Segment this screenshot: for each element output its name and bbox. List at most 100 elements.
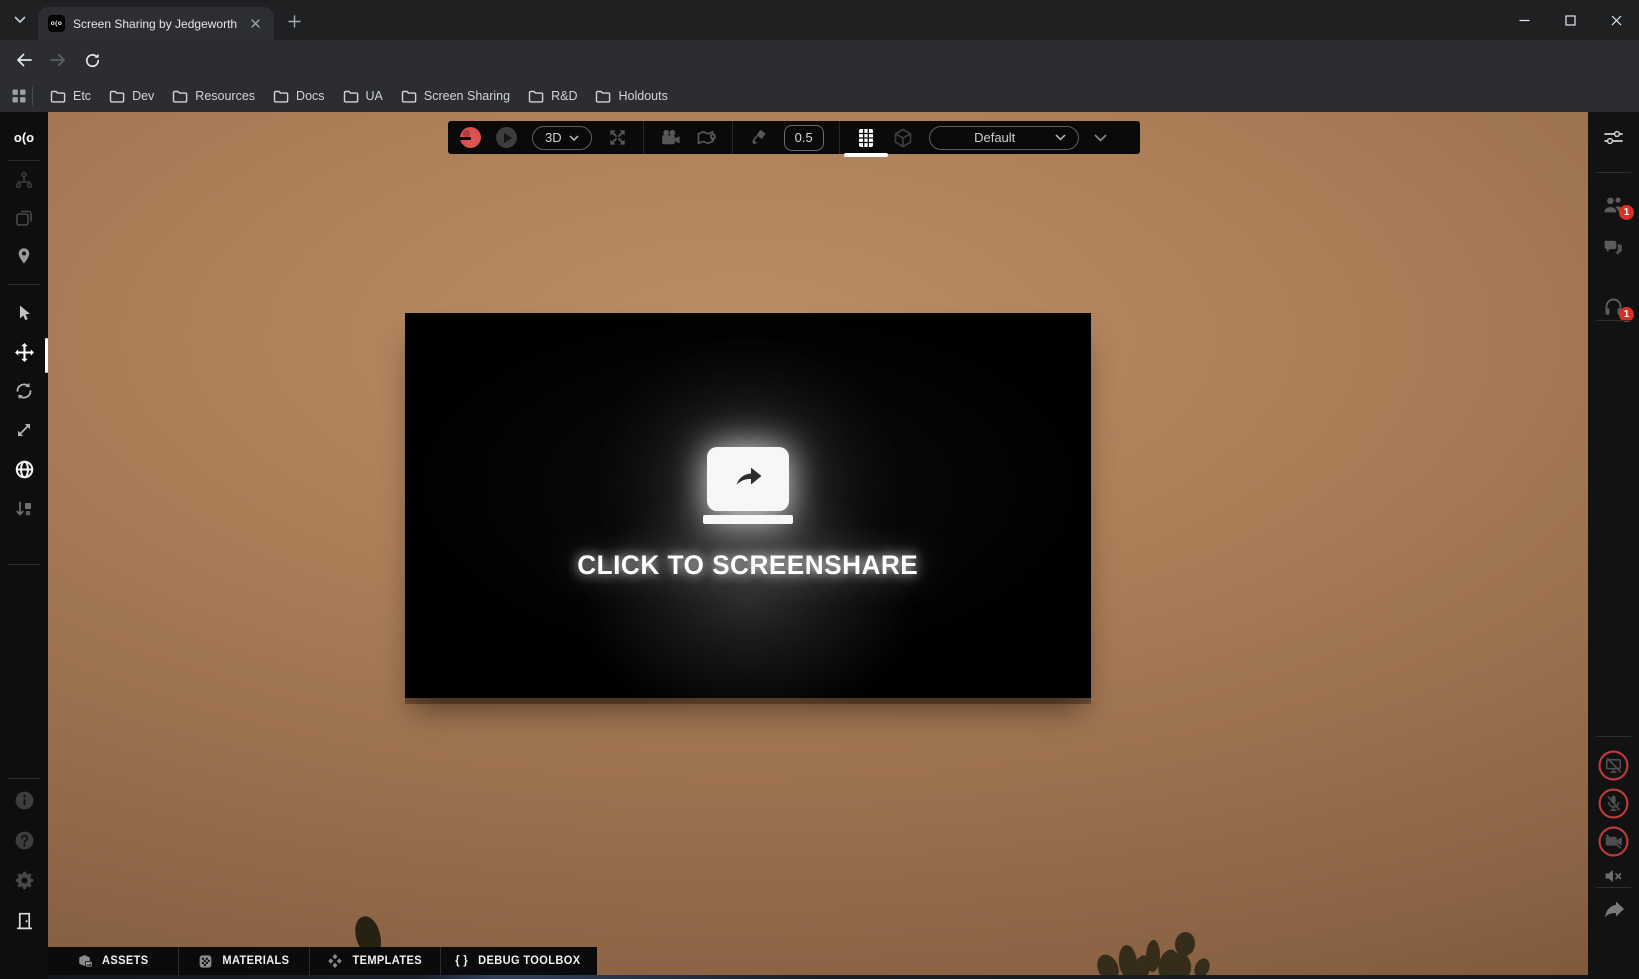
bookmark-folder-screen-sharing[interactable]: Screen Sharing — [392, 85, 519, 108]
browser-titlebar: o(o Screen Sharing by Jedgeworth — [0, 0, 1639, 40]
taskbar-sliver — [48, 975, 1588, 979]
tab-assets[interactable]: ASSETS — [48, 947, 178, 975]
app-logo-red-icon[interactable] — [460, 127, 481, 148]
cube-icon[interactable] — [892, 127, 914, 149]
folder-icon — [595, 89, 611, 104]
folder-icon — [50, 89, 66, 104]
active-tool-underline — [844, 153, 888, 157]
oko-favicon: o(o — [48, 15, 65, 32]
chat-button[interactable] — [1588, 236, 1639, 257]
participants-button[interactable]: 1 — [1588, 194, 1639, 215]
scene-hierarchy-icon[interactable] — [0, 170, 48, 190]
tab-label: MATERIALS — [222, 955, 289, 967]
reload-button[interactable] — [81, 49, 103, 71]
screenshare-laptop-icon — [703, 447, 793, 524]
pages-layers-icon[interactable] — [0, 208, 48, 228]
screenshare-cta-label: CLICK TO SCREENSHARE — [577, 550, 918, 581]
back-button[interactable] — [13, 49, 35, 71]
minimize-button[interactable] — [1501, 0, 1547, 40]
forward-button[interactable] — [47, 49, 69, 71]
edit-toolbar: 3D 0.5 — [448, 121, 1140, 154]
bookmark-folder-rd[interactable]: R&D — [519, 85, 586, 108]
select-cursor-tool[interactable] — [0, 303, 48, 323]
globe-world-tool[interactable] — [0, 459, 48, 480]
bookmark-folder-ua[interactable]: UA — [334, 85, 392, 108]
tab-debug-toolbox[interactable]: { } DEBUG TOOLBOX — [441, 947, 597, 975]
cactus-silhouette — [1090, 928, 1220, 975]
rotate-tool[interactable] — [0, 381, 48, 401]
screenshare-screen[interactable]: CLICK TO SCREENSHARE — [405, 313, 1091, 698]
right-panel-rail: 1 1 — [1588, 112, 1639, 979]
tab-materials[interactable]: MATERIALS — [179, 947, 309, 975]
screenshare-off-button[interactable] — [1588, 749, 1639, 782]
tab-templates[interactable]: TEMPLATES — [310, 947, 440, 975]
bookmark-folder-holdouts[interactable]: Holdouts — [586, 85, 676, 108]
participants-badge: 1 — [1619, 205, 1634, 220]
microphone-off-button[interactable] — [1588, 787, 1639, 820]
voice-button[interactable]: 1 — [1588, 295, 1639, 317]
grid-icon — [855, 127, 877, 149]
toolbar-divider — [732, 121, 733, 154]
location-pin-icon[interactable] — [0, 246, 48, 266]
camera-off-button[interactable] — [1588, 825, 1639, 858]
bookmark-label: Screen Sharing — [424, 89, 510, 103]
left-tool-rail: o(o — [0, 112, 48, 979]
bookmark-label: Docs — [296, 89, 324, 103]
share-forward-button[interactable] — [1588, 900, 1639, 920]
dimension-mode-dropdown[interactable]: 3D — [532, 126, 592, 150]
folder-icon — [172, 89, 188, 104]
bookmark-label: Dev — [132, 89, 154, 103]
close-window-button[interactable] — [1593, 0, 1639, 40]
rail-divider — [8, 284, 40, 285]
rail-divider — [8, 564, 40, 565]
bookmark-label: R&D — [551, 89, 577, 103]
browser-window: o(o Screen Sharing by Jedgeworth — [0, 0, 1639, 979]
multiplier-value: 0.5 — [795, 130, 813, 145]
bookmark-folder-dev[interactable]: Dev — [100, 85, 163, 108]
settings-gear-button[interactable] — [0, 870, 48, 891]
toolbar-divider — [839, 121, 840, 154]
folder-icon — [109, 89, 125, 104]
info-button[interactable] — [0, 790, 48, 811]
bookmark-label: Etc — [73, 89, 91, 103]
bookmark-folder-etc[interactable]: Etc — [41, 85, 100, 108]
preset-dropdown[interactable]: Default — [929, 126, 1079, 150]
toolbar-overflow-chevron-icon[interactable] — [1094, 134, 1107, 142]
map-pin-icon[interactable] — [696, 128, 717, 148]
tab-label: TEMPLATES — [352, 955, 421, 967]
folder-icon — [528, 89, 544, 104]
move-tool[interactable] — [0, 342, 48, 363]
scale-tool[interactable] — [0, 420, 48, 440]
play-button[interactable] — [496, 127, 517, 148]
multiplier-field[interactable]: 0.5 — [784, 125, 824, 151]
chevron-down-icon — [1055, 134, 1066, 141]
grid-view-tool[interactable] — [855, 127, 877, 149]
browser-tab[interactable]: o(o Screen Sharing by Jedgeworth — [38, 7, 274, 40]
share-arrow-icon — [730, 464, 766, 494]
folder-icon — [401, 89, 417, 104]
bookmark-folder-docs[interactable]: Docs — [264, 85, 333, 108]
bookmark-label: Resources — [195, 89, 255, 103]
rail-divider — [1596, 887, 1631, 888]
editor-viewport[interactable]: 3D 0.5 — [48, 112, 1588, 975]
expand-arrows-icon[interactable] — [607, 127, 628, 148]
kite-icon[interactable] — [748, 127, 769, 148]
bookmark-label: Holdouts — [618, 89, 667, 103]
maximize-button[interactable] — [1547, 0, 1593, 40]
video-camera-icon[interactable] — [659, 127, 681, 148]
preset-value: Default — [942, 130, 1048, 145]
rail-divider — [1596, 320, 1631, 321]
dimension-mode-value: 3D — [545, 130, 562, 145]
sort-order-icon[interactable] — [0, 499, 48, 519]
properties-sliders-icon[interactable] — [1588, 128, 1639, 148]
apps-grid-icon[interactable] — [12, 89, 26, 103]
exit-door-button[interactable] — [0, 910, 48, 931]
help-button[interactable] — [0, 830, 48, 851]
rail-divider — [8, 778, 40, 779]
tab-close-icon[interactable] — [247, 15, 264, 32]
tab-search-button[interactable] — [8, 9, 32, 31]
toolbar-divider — [643, 121, 644, 154]
new-tab-button[interactable] — [284, 11, 304, 31]
speaker-muted-icon[interactable] — [1588, 865, 1639, 887]
bookmark-folder-resources[interactable]: Resources — [163, 85, 264, 108]
